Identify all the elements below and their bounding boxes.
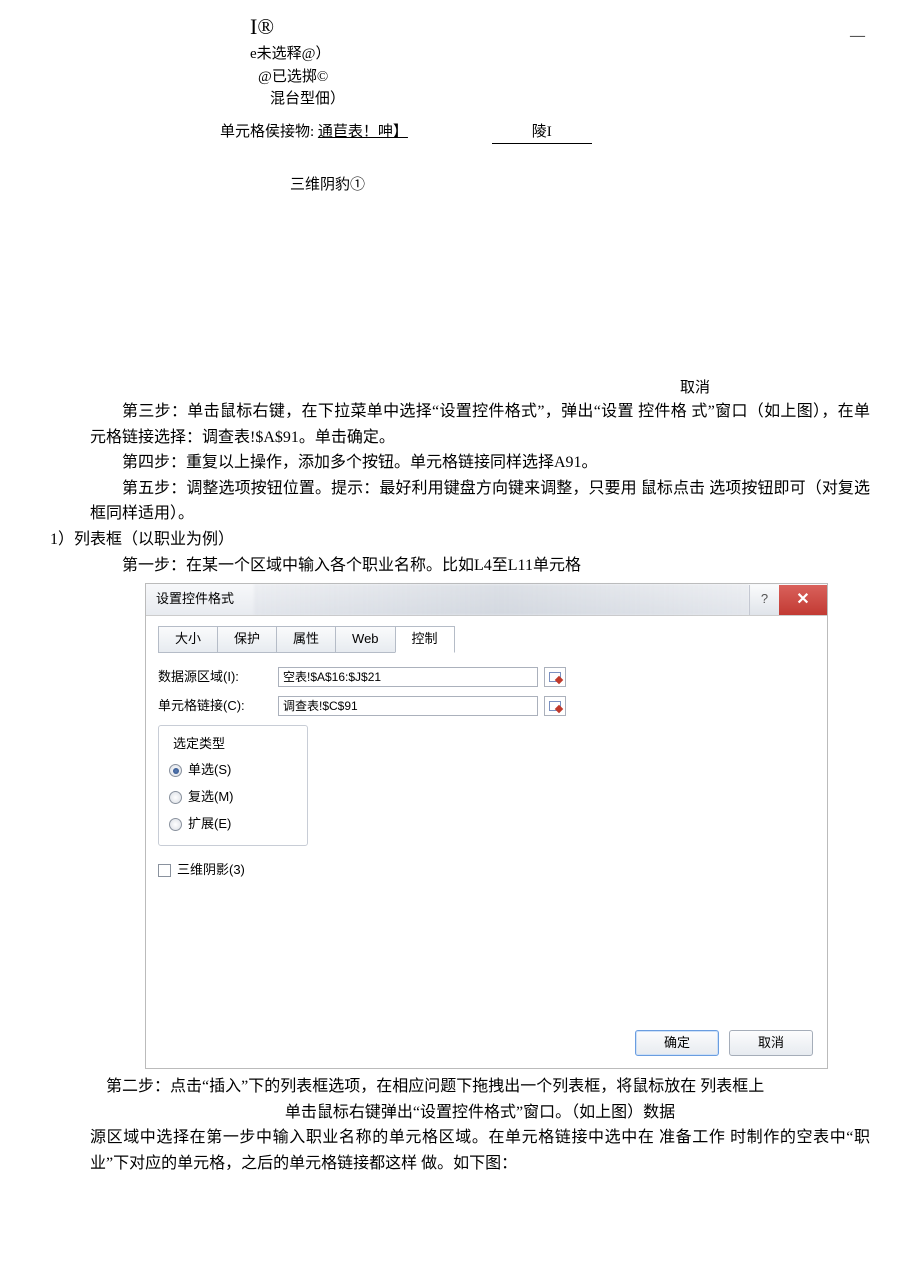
paragraph-step4: 第四步：重复以上操作，添加多个按钮。单元格链接同样选择A91。 <box>90 450 870 476</box>
cancel-text: 取消 <box>680 377 920 400</box>
top-dash: — <box>850 25 865 48</box>
paragraph-step2a: 第二步：点击“插入”下的列表框选项，在相应问题下拖拽出一个列表框，将鼠标放在 列… <box>90 1074 870 1100</box>
select-type-legend: 选定类型 <box>169 734 229 755</box>
top-bullet-3: 混台型佃） <box>270 88 920 111</box>
cell-link-label: 单元格侯接物: <box>220 124 314 140</box>
cancel-button[interactable]: 取消 <box>729 1030 813 1056</box>
range-picker-icon <box>549 672 561 682</box>
shadow-3d-label: 三维阴豹① <box>290 174 920 197</box>
radio-single[interactable] <box>169 764 182 777</box>
help-button[interactable]: ? <box>749 585 779 615</box>
listbox-header: 1）列表框（以职业为例） <box>50 527 920 553</box>
radio-multi-row[interactable]: 复选(M) <box>169 787 297 808</box>
close-icon: ✕ <box>796 587 809 613</box>
dialog-titlebar[interactable]: 设置控件格式 ? ✕ <box>146 584 827 616</box>
paragraph-step3: 第三步：单击鼠标右键，在下拉菜单中选择“设置控件格式”，弹出“设置 控件格 式”… <box>90 399 870 450</box>
shadow-checkbox-row[interactable]: 三维阴影(3) <box>158 860 815 881</box>
titlebar-blur <box>254 584 749 615</box>
paragraph-step2b: 单击鼠标右键弹出“设置控件格式”窗口。（如上图）数据 <box>90 1100 870 1126</box>
tab-control[interactable]: 控制 <box>395 626 455 653</box>
shadow-checkbox[interactable] <box>158 864 171 877</box>
radio-multi[interactable] <box>169 791 182 804</box>
tab-size[interactable]: 大小 <box>158 626 218 653</box>
paragraph-step5: 第五步：调整选项按钮位置。提示：最好利用键盘方向键来调整，只要用 鼠标点击 选项… <box>90 476 870 527</box>
radio-single-row[interactable]: 单选(S) <box>169 760 297 781</box>
ok-button[interactable]: 确定 <box>635 1030 719 1056</box>
cell-link-picker[interactable] <box>544 696 566 716</box>
ling-box: 陵I <box>492 121 592 145</box>
control-format-dialog: 设置控件格式 ? ✕ 大小 保护 属性 Web 控制 数据源区域(I): <box>145 583 828 1069</box>
source-range-input[interactable]: 空表!$A$16:$J$21 <box>278 667 538 687</box>
tab-bar: 大小 保护 属性 Web 控制 <box>158 626 815 653</box>
radio-extend-row[interactable]: 扩展(E) <box>169 814 297 835</box>
radio-extend[interactable] <box>169 818 182 831</box>
top-bullet-2: @已选掷© <box>258 66 920 89</box>
tab-web[interactable]: Web <box>335 626 396 653</box>
top-ir-label: I® <box>250 14 274 39</box>
shadow-checkbox-label: 三维阴影(3) <box>177 860 245 881</box>
range-picker-icon <box>549 701 561 711</box>
radio-extend-label: 扩展(E) <box>188 814 231 835</box>
dialog-title: 设置控件格式 <box>156 589 234 610</box>
help-icon: ? <box>761 589 768 610</box>
radio-single-label: 单选(S) <box>188 760 231 781</box>
close-button[interactable]: ✕ <box>779 585 827 615</box>
top-bullet-1: e未选释@） <box>250 43 920 66</box>
select-type-fieldset: 选定类型 单选(S) 复选(M) 扩展(E) <box>158 725 308 846</box>
radio-checked-icon <box>173 768 179 774</box>
paragraph-step1: 第一步：在某一个区域中输入各个职业名称。比如L4至L11单元格 <box>90 553 870 579</box>
paragraph-step2c: 源区域中选择在第一步中输入职业名称的单元格区域。在单元格链接中选中在 准备工作 … <box>90 1125 870 1176</box>
source-range-picker[interactable] <box>544 667 566 687</box>
cell-link-label-2: 单元格链接(C): <box>158 696 278 717</box>
radio-multi-label: 复选(M) <box>188 787 234 808</box>
tab-protect[interactable]: 保护 <box>217 626 277 653</box>
cell-link-input[interactable]: 调查表!$C$91 <box>278 696 538 716</box>
cell-link-underline: 通苣表！呻】 <box>318 124 408 140</box>
tab-attr[interactable]: 属性 <box>276 626 336 653</box>
source-range-label: 数据源区域(I): <box>158 667 278 688</box>
